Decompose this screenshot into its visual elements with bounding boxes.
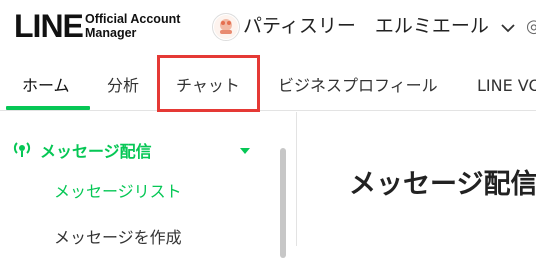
sidebar: メッセージ配信 メッセージリスト メッセージを作成 (0, 112, 297, 258)
account-switcher[interactable]: パティスリー エルミエール (243, 12, 515, 41)
broadcast-icon (12, 138, 32, 162)
tab-home[interactable]: ホーム (22, 62, 70, 110)
sidebar-item-create-message[interactable]: メッセージを作成 (54, 224, 182, 248)
active-tab-indicator (6, 106, 90, 110)
account-name: パティスリー エルミエール (243, 15, 489, 37)
tab-line-voom[interactable]: LINE VO (477, 62, 536, 110)
account-avatar[interactable] (212, 13, 240, 41)
logo-subtitle: Official Account Manager (85, 12, 180, 40)
line-logo[interactable]: LINE (14, 9, 84, 43)
sidebar-section-message-delivery[interactable]: メッセージ配信 (12, 138, 152, 162)
chevron-down-icon (501, 13, 515, 41)
main-tabs: ホーム 分析 チャット ビジネスプロフィール LINE VO (0, 62, 536, 111)
page-title: メッセージ配信 (349, 169, 536, 200)
sidebar-item-message-list[interactable]: メッセージリスト (54, 178, 182, 202)
main-content: メッセージ配信 (297, 112, 536, 246)
chat-tab-highlight-box (157, 55, 260, 112)
logo-subtitle-line1: Official Account (85, 12, 181, 26)
partial-icon[interactable]: ◎ (526, 16, 536, 37)
caret-down-icon[interactable] (240, 148, 250, 154)
app-header: LINE Official Account Manager パティスリー エルミ… (0, 0, 536, 56)
logo-subtitle-line2: Manager (85, 26, 137, 40)
sidebar-section-label: メッセージ配信 (40, 142, 152, 161)
tab-analytics[interactable]: 分析 (107, 62, 139, 110)
tab-business-profile[interactable]: ビジネスプロフィール (278, 62, 438, 110)
sidebar-scrollbar-thumb[interactable] (280, 148, 286, 258)
